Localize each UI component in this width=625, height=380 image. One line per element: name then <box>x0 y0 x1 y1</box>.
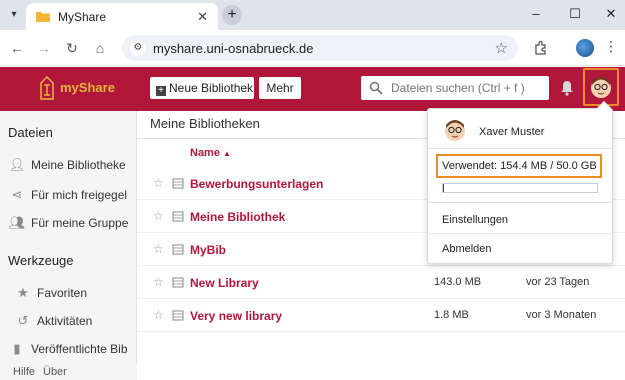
table-row[interactable]: ☆ New Library 143.0 MB vor 23 Tagen <box>137 266 625 299</box>
app-header: myShare + Neue Bibliothek Mehr <box>0 67 625 111</box>
extensions-icon[interactable] <box>533 40 549 56</box>
favorite-star-icon[interactable]: ☆ <box>153 176 164 190</box>
storage-usage-text: Verwendet: 154.4 MB / 50.0 GB <box>436 154 602 178</box>
logo-text[interactable]: myShare <box>60 80 115 95</box>
library-name[interactable]: Meine Bibliothek <box>190 210 285 224</box>
favorite-star-icon[interactable]: ☆ <box>153 242 164 256</box>
search-icon <box>369 81 383 95</box>
browser-tab-myshare[interactable]: MyShare ✕ <box>26 3 218 30</box>
share-icon: ⋖ <box>11 187 23 202</box>
user-name: Xaver Muster <box>479 126 545 138</box>
tab-close-icon[interactable]: ✕ <box>197 9 208 25</box>
minimize-icon[interactable]: – <box>528 6 544 21</box>
new-tab-button[interactable]: + <box>222 5 242 25</box>
sidebar-item-label: Favoriten <box>37 286 88 300</box>
forward-icon[interactable]: → <box>35 39 53 57</box>
user-menu-dropdown: Xaver Muster Verwendet: 154.4 MB / 50.0 … <box>427 100 613 264</box>
more-button[interactable]: Mehr <box>259 77 301 99</box>
star-icon: ★ <box>17 285 29 300</box>
library-name[interactable]: Very new library <box>190 309 282 323</box>
sort-asc-icon: ▲ <box>223 149 231 158</box>
library-icon <box>172 178 184 189</box>
library-modified: vor 23 Tagen <box>526 276 590 288</box>
search-box[interactable] <box>361 76 549 100</box>
dropdown-divider <box>428 233 612 234</box>
reload-icon[interactable]: ↻ <box>63 39 81 57</box>
close-window-icon[interactable]: ✕ <box>603 6 619 22</box>
bookmark-star-icon[interactable]: ☆ <box>495 39 508 57</box>
browser-menu-icon[interactable]: ⋮ <box>604 38 618 55</box>
url-text[interactable]: myshare.uni-osnabrueck.de <box>153 41 313 56</box>
back-icon[interactable]: ← <box>8 39 26 57</box>
person-icon: 👤︎ <box>8 157 26 172</box>
favorite-star-icon[interactable]: ☆ <box>153 308 164 322</box>
site-info-icon[interactable]: ⚙ <box>130 40 146 56</box>
library-name[interactable]: Bewerbungsunterlagen <box>190 177 323 191</box>
avatar-icon <box>591 77 611 98</box>
sidebar-item-label: Aktivitäten <box>37 314 93 328</box>
home-icon[interactable]: ⌂ <box>91 39 109 57</box>
folder-favicon-icon <box>36 12 50 22</box>
new-library-label: Neue Bibliothek <box>169 81 254 95</box>
logout-link[interactable]: Abmelden <box>442 243 492 255</box>
sidebar: Dateien 👤︎ Meine Bibliotheke ⋖ Für mich fr… <box>0 111 137 380</box>
tools-heading: Werkzeuge <box>8 253 74 268</box>
new-library-button[interactable]: + Neue Bibliothek <box>150 77 254 99</box>
myshare-logo-icon[interactable] <box>39 76 55 102</box>
sidebar-footer: Hilfe Über <box>0 364 137 380</box>
sidebar-item-label: Für mich freigegel <box>31 188 128 202</box>
column-header-label: Name <box>190 147 220 159</box>
notification-bell-icon[interactable] <box>560 80 574 96</box>
sidebar-item-shared-with-me[interactable]: ⋖ Für mich freigegel <box>8 187 128 203</box>
sidebar-item-label: Für meine Gruppe <box>31 216 129 230</box>
library-size: 143.0 MB <box>434 276 482 288</box>
settings-link[interactable]: Einstellungen <box>442 214 508 226</box>
library-size: 1.8 MB <box>434 309 469 321</box>
favorite-star-icon[interactable]: ☆ <box>153 275 164 289</box>
address-bar[interactable]: ⚙ myshare.uni-osnabrueck.de ☆ <box>122 35 518 61</box>
search-input[interactable] <box>391 80 541 96</box>
plus-icon: + <box>156 86 166 96</box>
table-row[interactable]: ☆ Very new library 1.8 MB vor 3 Monaten <box>137 299 625 332</box>
user-avatar-icon <box>445 120 465 141</box>
favorite-star-icon[interactable]: ☆ <box>153 209 164 223</box>
user-avatar-button[interactable] <box>583 68 619 106</box>
group-icon: 👥︎ <box>8 215 26 230</box>
history-icon: ↺ <box>17 313 29 328</box>
sidebar-item-favorites[interactable]: ★ Favoriten <box>14 285 87 301</box>
help-link[interactable]: Hilfe <box>13 366 35 378</box>
dropdown-divider <box>428 148 612 149</box>
about-link[interactable]: Über <box>43 366 67 378</box>
browser-toolbar: ← → ↻ ⌂ ⚙ myshare.uni-osnabrueck.de ☆ ⋮ <box>0 30 625 66</box>
sidebar-item-published-libraries[interactable]: ▮ Veröffentlichte Bib <box>8 341 128 357</box>
page-title: Meine Bibliotheken <box>150 116 260 131</box>
library-name[interactable]: New Library <box>190 276 259 290</box>
book-icon: ▮ <box>13 341 21 356</box>
storage-usage-bar <box>442 183 598 193</box>
sidebar-item-my-groups[interactable]: 👥︎ Für meine Gruppe <box>8 215 129 231</box>
dropdown-divider <box>428 202 612 203</box>
sidebar-item-label: Meine Bibliotheke <box>31 158 126 172</box>
tab-title: MyShare <box>58 10 107 24</box>
sidebar-item-activities[interactable]: ↺ Aktivitäten <box>14 313 93 329</box>
browser-tabstrip: ▾ MyShare ✕ + – ☐ ✕ <box>0 0 625 30</box>
library-modified: vor 3 Monaten <box>526 309 597 321</box>
column-header-name[interactable]: Name ▲ <box>190 147 231 159</box>
library-icon <box>172 310 184 321</box>
tab-search-chevron-icon[interactable]: ▾ <box>6 7 22 23</box>
sidebar-item-my-libraries[interactable]: 👤︎ Meine Bibliotheke <box>8 157 126 173</box>
maximize-icon[interactable]: ☐ <box>567 6 583 22</box>
sidebar-item-label: Veröffentlichte Bib <box>31 342 128 356</box>
library-name[interactable]: MyBib <box>190 243 226 257</box>
library-icon <box>172 277 184 288</box>
browser-profile-icon[interactable] <box>576 39 594 57</box>
files-heading: Dateien <box>8 125 53 140</box>
library-icon <box>172 211 184 222</box>
library-icon <box>172 244 184 255</box>
